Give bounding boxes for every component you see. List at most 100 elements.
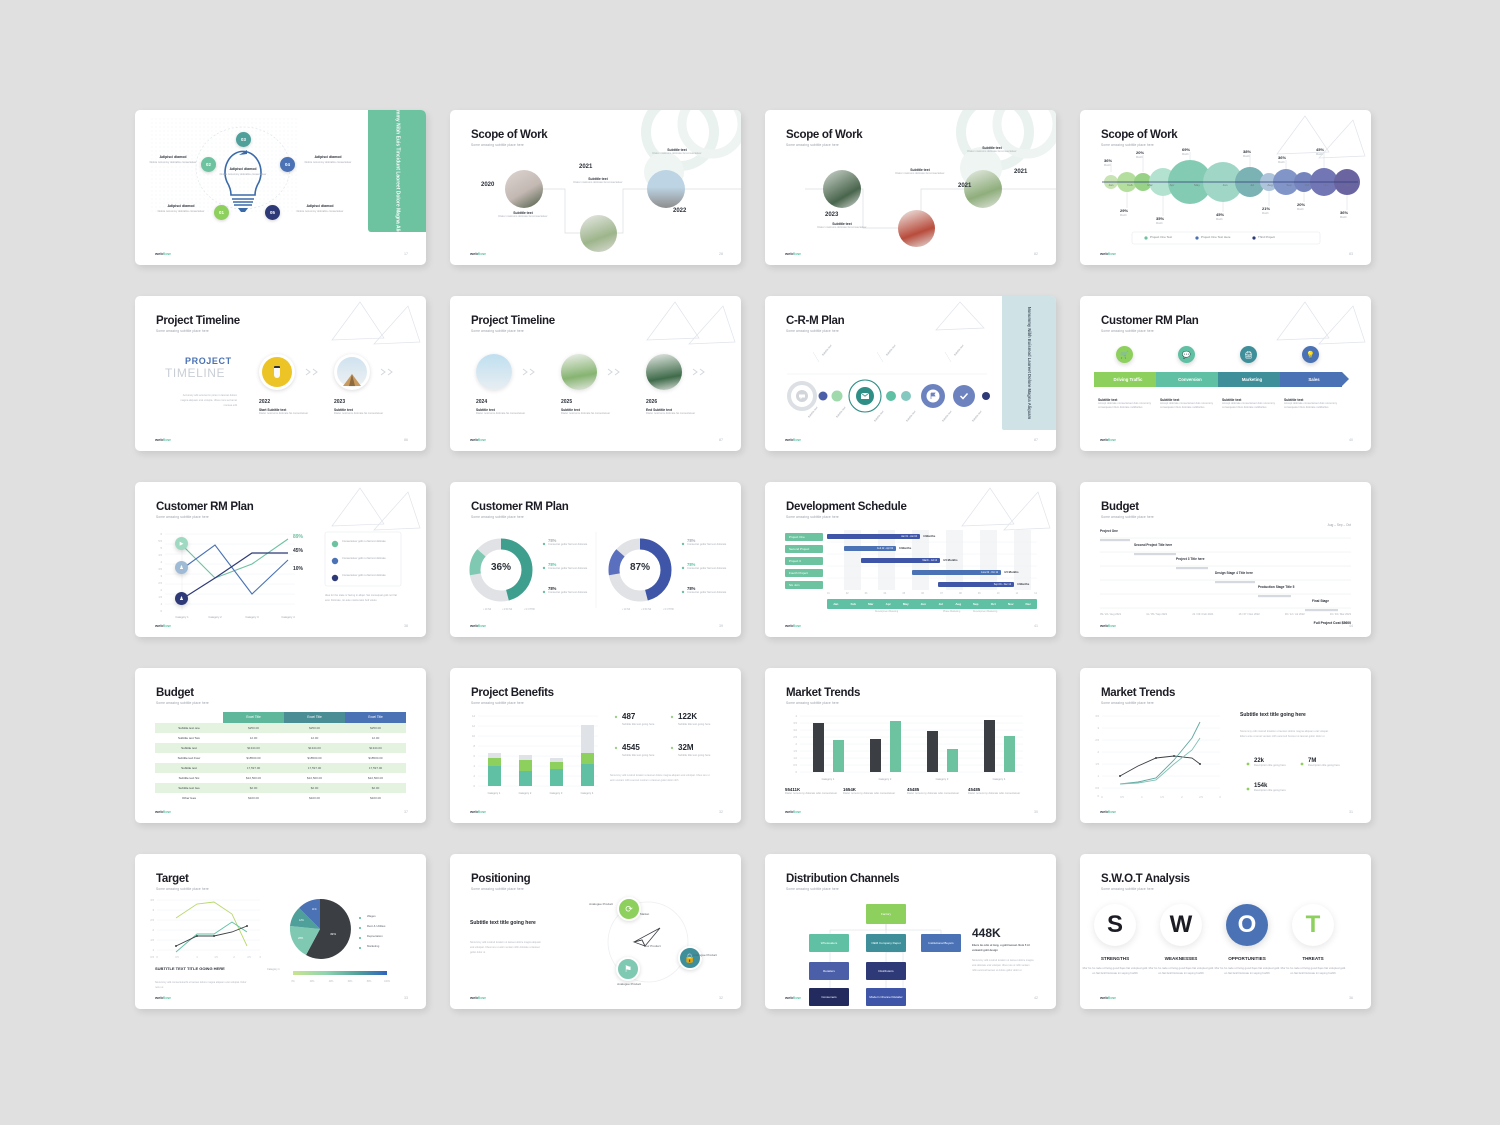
chevron-right-icon xyxy=(522,368,535,376)
slide-target-pie[interactable]: Target Some amazing subtitle place here … xyxy=(135,854,426,1009)
gantt-row-label-5[interactable]: Six Join xyxy=(785,581,823,589)
slide-positioning[interactable]: Positioning Some amazing subtitle place … xyxy=(450,854,741,1009)
slide-project-timeline-b[interactable]: Project Timeline Some amazing subtitle p… xyxy=(450,296,741,451)
slide-swot-analysis[interactable]: S.W.O.T Analysis Some amazing subtitle p… xyxy=(1080,854,1371,1009)
swot-circle-threats[interactable]: T xyxy=(1292,904,1334,946)
box-label: OEM Company Depot xyxy=(871,940,901,945)
table-row[interactable]: Subtitle text 17,597.00 17,597.00 17,597… xyxy=(155,762,406,773)
gantt-row-label-2[interactable]: Second Project xyxy=(785,545,823,553)
timeline-photo-1[interactable] xyxy=(823,170,861,208)
timeline-icon-ocean[interactable] xyxy=(476,354,512,390)
stat-3: 4545 Subtitle title text going here xyxy=(622,743,662,758)
node-badge-01[interactable]: 01 xyxy=(214,205,229,220)
table-row[interactable]: Subtitle text Four $18500.00 $18500.00 $… xyxy=(155,753,406,763)
slide-budget-stages[interactable]: Budget Some amazing subtitle place here … xyxy=(1080,482,1371,637)
flow-box-distributors[interactable]: Distributors xyxy=(866,962,906,980)
slide-project-timeline-a[interactable]: Project Timeline Some amazing subtitle p… xyxy=(135,296,426,451)
table-row[interactable]: Other fees $100.00 $100.00 $100.00 xyxy=(155,793,406,803)
table-row[interactable]: Subtitle text two $2.00 $2.00 $2.00 xyxy=(155,782,406,793)
slide-idea-bulb[interactable]: Nonummy Nibh Euis Tincidunt Laoreet Dolo… xyxy=(135,110,426,265)
svg-text:2: 2 xyxy=(796,742,798,746)
svg-text:2: 2 xyxy=(153,928,155,932)
timeline-photo-1[interactable] xyxy=(505,170,543,208)
step-arrow-conversion[interactable]: Conversion xyxy=(1156,372,1225,387)
donut2-item-3: 78% Consectet golior fiat text dolorate xyxy=(687,586,729,595)
slide-distribution-channels[interactable]: Distribution Channels Some amazing subti… xyxy=(765,854,1056,1009)
flow-box-consumers[interactable]: Consumers xyxy=(809,988,849,1006)
step-icon-bulb[interactable]: 💡 xyxy=(1302,346,1319,363)
node-badge-02[interactable]: 02 xyxy=(201,157,216,172)
gantt-row-label-3[interactable]: Project 3 xyxy=(785,557,823,565)
slide-customer-donuts[interactable]: Customer RM Plan Some amazing subtitle p… xyxy=(450,482,741,637)
brand-name: web xyxy=(155,809,163,814)
gantt-row-label-4[interactable]: Fourth Project xyxy=(785,569,823,577)
slide-scope-bubble-chart[interactable]: Scope of Work Some amazing subtitle plac… xyxy=(1080,110,1371,265)
node-badge-04[interactable]: 04 xyxy=(280,157,295,172)
slide-crm-arrows[interactable]: Customer RM Plan Some amazing subtitle p… xyxy=(1080,296,1371,451)
page-title: Customer RM Plan xyxy=(1101,315,1199,327)
slide-scope-of-work-a[interactable]: Scope of Work Some amazing subtitle plac… xyxy=(450,110,741,265)
svg-text:0: 0 xyxy=(1098,794,1100,798)
gantt-bar-1[interactable]: Jan 01 - Jun 04 xyxy=(827,534,920,539)
positioning-node-right[interactable]: 🔒 xyxy=(678,946,702,970)
swot-circle-weaknesses[interactable]: W xyxy=(1160,904,1202,946)
svg-text:Category 1: Category 1 xyxy=(488,791,501,795)
bulb-graphic xyxy=(149,118,299,213)
distribution-stat-value: 448K xyxy=(972,926,1001,940)
distribution-stat-body: Nonummy odit nostrud location ut laoreet… xyxy=(972,959,1034,972)
gantt-bar-5[interactable]: Sept 01 - Dec 12 xyxy=(938,582,1014,587)
table-row[interactable]: Subtitle text Two 12.00 12.00 12.00 xyxy=(155,733,406,743)
pie-legend-2: Rent & Utilities xyxy=(367,924,386,928)
page-number: 41 xyxy=(1034,624,1038,628)
step-arrow-marketing[interactable]: Marketing xyxy=(1218,372,1287,387)
gantt-bar-2[interactable]: Feb 12 - Apr 02 xyxy=(844,546,896,551)
node-badge-05[interactable]: 05 xyxy=(265,205,280,220)
slide-development-schedule[interactable]: Development Schedule Some amazing subtit… xyxy=(765,482,1056,637)
slide-market-trends-bars[interactable]: Market Trends Some amazing subtitle plac… xyxy=(765,668,1056,823)
timeline-photo-2[interactable] xyxy=(898,210,935,247)
svg-text:Month: Month xyxy=(1297,208,1304,211)
timeline-photo-3[interactable] xyxy=(647,170,685,208)
flow-box-institutional-buyers[interactable]: Institutional Buyers xyxy=(921,934,961,952)
brand-name: web xyxy=(785,995,793,1000)
step-icon-chat[interactable]: 💬 xyxy=(1178,346,1195,363)
positioning-node-bottom[interactable]: ⚑ xyxy=(616,957,640,981)
gantt-row-label-1[interactable]: Project One xyxy=(785,533,823,541)
brand-accent: flow xyxy=(477,251,486,256)
page-subtitle: Some amazing subtitle place here xyxy=(1101,329,1154,333)
flow-box-wholesalers[interactable]: Wholesalers xyxy=(809,934,849,952)
timeline-icon-cactus[interactable] xyxy=(561,354,597,390)
timeline-photo-2[interactable] xyxy=(580,215,617,252)
step-arrow-sales[interactable]: Sales xyxy=(1280,372,1349,387)
table-row[interactable]: Subtitle text one $250.00 $250.00 $250.0… xyxy=(155,722,406,733)
step-icon-print[interactable]: 🖨 xyxy=(1240,346,1257,363)
gantt-bar-3[interactable]: March - Jul 12 xyxy=(861,558,940,563)
brand-name: web xyxy=(470,809,478,814)
gantt-bar-4[interactable]: June 02 - Oct 12 xyxy=(912,570,1001,575)
slide-project-benefits[interactable]: Project Benefits Some amazing subtitle p… xyxy=(450,668,741,823)
brand-logo: webflow xyxy=(1100,623,1116,628)
timeline-icon-plant[interactable] xyxy=(646,354,682,390)
slide-customer-line-chart[interactable]: Customer RM Plan Some amazing subtitle p… xyxy=(135,482,426,637)
slide-market-trends-line[interactable]: Market Trends Some amazing subtitle plac… xyxy=(1080,668,1371,823)
positioning-node-top[interactable]: ⟳ xyxy=(617,897,641,921)
node-badge-03[interactable]: 03 xyxy=(236,132,251,147)
flow-box-factory[interactable]: Factory xyxy=(866,904,906,924)
swot-letter: O xyxy=(1237,911,1257,938)
timeline-icon-tent[interactable] xyxy=(334,354,370,390)
table-row[interactable]: Subtitle text Six $22,500.00 $22,500.00 … xyxy=(155,773,406,783)
slide-crm-plan[interactable]: Nonummy Nibh Euismod Laoreet Dolore Magn… xyxy=(765,296,1056,451)
slide-budget-table[interactable]: Budget Some amazing subtitle place here … xyxy=(135,668,426,823)
flow-box-oem-depot[interactable]: OEM Company Depot xyxy=(866,934,906,952)
swot-circle-opportunities[interactable]: O xyxy=(1226,904,1268,946)
step-arrow-driving-traffic[interactable]: Driving Traffic xyxy=(1094,372,1163,387)
flow-box-modern-channel[interactable]: Modern Channel Retailer xyxy=(866,988,906,1006)
flow-box-retailers[interactable]: Retailers xyxy=(809,962,849,980)
slide-scope-of-work-b[interactable]: Scope of Work Some amazing subtitle plac… xyxy=(765,110,1056,265)
budget-table[interactable]: Excel Title Excel Title Excel Title Subt… xyxy=(155,712,406,803)
timeline-photo-3[interactable] xyxy=(964,170,1002,208)
step-icon-cart[interactable]: 🛒 xyxy=(1116,346,1133,363)
swot-circle-strengths[interactable]: S xyxy=(1094,904,1136,946)
table-row[interactable]: Subtitle text $1344.00 $1344.00 $1344.00 xyxy=(155,742,406,753)
timeline-icon-coffee[interactable] xyxy=(259,354,295,390)
